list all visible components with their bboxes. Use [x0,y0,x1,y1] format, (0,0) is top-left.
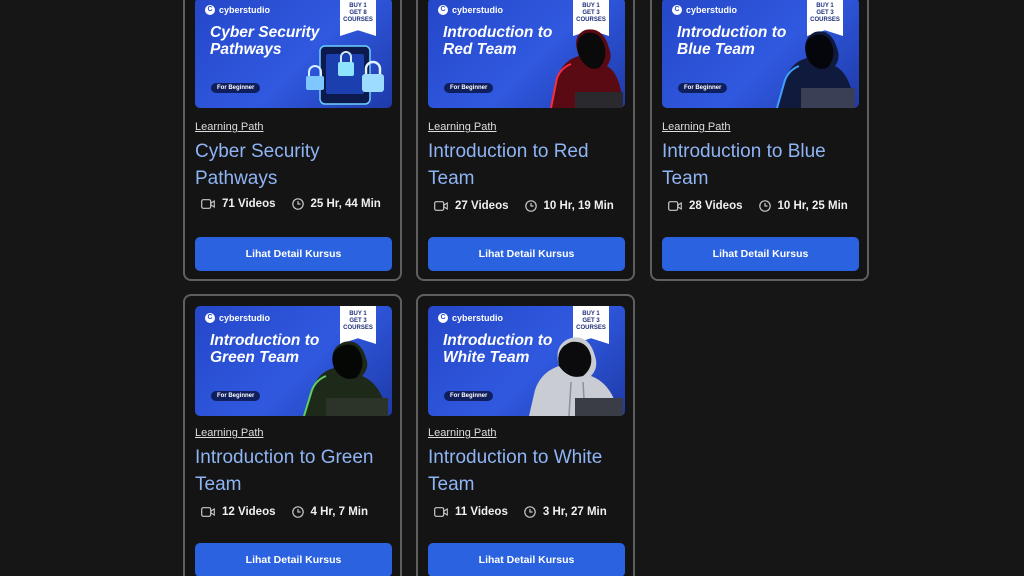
learning-path-link[interactable]: Learning Path [662,121,731,133]
course-thumbnail[interactable]: C cyberstudio BUY 1 GET 3 COURSES Introd… [195,306,392,416]
clock-icon [291,198,304,210]
brand-logo: C cyberstudio [672,5,737,15]
blue-hooded-hacker-illustration [776,31,855,108]
course-duration: 25 Hr, 44 Min [310,198,381,210]
course-card-blue-team[interactable]: C cyberstudio BUY 1 GET 3 COURSES Introd… [650,0,869,281]
course-duration: 3 Hr, 27 Min [542,506,607,518]
clock-icon [524,200,537,212]
video-count: 11 Videos [455,506,508,518]
course-meta: 11 Videos 3 Hr, 27 Min [434,506,607,518]
clock-icon [291,506,304,518]
course-card-cyber-security-pathways[interactable]: C cyberstudio BUY 1 GET 8 COURSES Cyber … [183,0,402,281]
course-thumbnail[interactable]: C cyberstudio BUY 1 GET 8 COURSES Cyber … [195,0,392,108]
level-badge: For Beginner [444,391,494,401]
course-duration: 4 Hr, 7 Min [310,506,369,518]
level-badge: For Beginner [211,83,261,93]
red-hooded-hacker-illustration [550,29,623,108]
video-count: 27 Videos [455,200,509,212]
brand-logo: C cyberstudio [438,5,503,15]
cyberstudio-logo-icon: C [205,313,215,323]
video-camera-icon [434,201,448,211]
brand-logo: C cyberstudio [205,313,270,323]
course-duration: 10 Hr, 25 Min [777,200,848,212]
course-title[interactable]: Cyber Security Pathways [195,138,395,192]
video-camera-icon [201,199,215,209]
cyberstudio-logo-icon: C [672,5,682,15]
video-count: 28 Videos [689,200,743,212]
level-badge: For Beginner [444,83,494,93]
course-title[interactable]: Introduction to Red Team [428,138,628,192]
cyberstudio-logo-icon: C [205,5,215,15]
view-course-detail-button[interactable]: Lihat Detail Kursus [662,237,859,271]
view-course-detail-button[interactable]: Lihat Detail Kursus [195,543,392,576]
level-badge: For Beginner [211,391,261,401]
view-course-detail-button[interactable]: Lihat Detail Kursus [428,237,625,271]
course-title[interactable]: Introduction to White Team [428,444,628,498]
course-title[interactable]: Introduction to Green Team [195,444,395,498]
cyberstudio-logo-icon: C [438,313,448,323]
course-thumbnail[interactable]: C cyberstudio BUY 1 GET 3 COURSES Introd… [428,0,625,108]
course-title[interactable]: Introduction to Blue Team [662,138,862,192]
course-duration: 10 Hr, 19 Min [543,200,614,212]
brand-logo: C cyberstudio [205,5,270,15]
video-camera-icon [434,507,448,517]
view-course-detail-button[interactable]: Lihat Detail Kursus [428,543,625,576]
course-meta: 71 Videos 25 Hr, 44 Min [201,198,381,210]
course-card-green-team[interactable]: C cyberstudio BUY 1 GET 3 COURSES Introd… [183,294,402,576]
video-count: 12 Videos [222,506,276,518]
video-camera-icon [668,201,682,211]
learning-path-link[interactable]: Learning Path [428,427,497,439]
video-camera-icon [201,507,215,517]
course-thumbnail[interactable]: C cyberstudio BUY 1 GET 3 COURSES Introd… [662,0,859,108]
course-meta: 28 Videos 10 Hr, 25 Min [668,200,848,212]
course-card-white-team[interactable]: C cyberstudio BUY 1 GET 3 COURSES Introd… [416,294,635,576]
clock-icon [524,506,536,518]
learning-path-link[interactable]: Learning Path [428,121,497,133]
security-devices-illustration [306,45,384,105]
course-meta: 12 Videos 4 Hr, 7 Min [201,506,368,518]
learning-path-link[interactable]: Learning Path [195,121,264,133]
green-hooded-hacker-illustration [303,341,388,416]
clock-icon [758,200,771,212]
learning-path-link[interactable]: Learning Path [195,427,264,439]
white-hooded-hacker-illustration [529,337,623,416]
cyberstudio-logo-icon: C [438,5,448,15]
course-thumbnail[interactable]: C cyberstudio BUY 1 GET 3 COURSES Introd… [428,306,625,416]
course-meta: 27 Videos 10 Hr, 19 Min [434,200,614,212]
video-count: 71 Videos [222,198,276,210]
view-course-detail-button[interactable]: Lihat Detail Kursus [195,237,392,271]
brand-logo: C cyberstudio [438,313,503,323]
course-card-red-team[interactable]: C cyberstudio BUY 1 GET 3 COURSES Introd… [416,0,635,281]
level-badge: For Beginner [678,83,728,93]
